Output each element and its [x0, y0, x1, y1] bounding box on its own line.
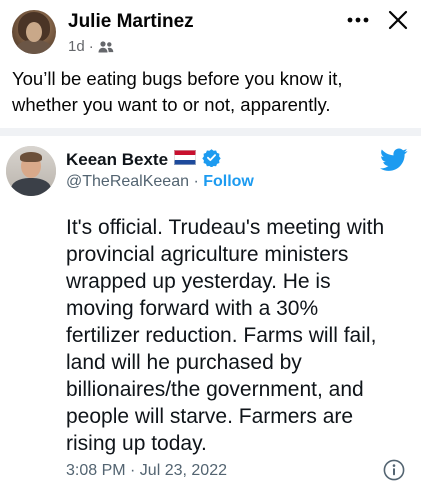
verified-badge-icon [202, 148, 221, 172]
author-name[interactable]: Julie Martinez [68, 11, 194, 33]
netherlands-flag-icon [174, 150, 197, 170]
tweet-handle[interactable]: @TheRealKeean [66, 173, 189, 190]
embedded-tweet[interactable]: Keean Bexte @TheRealKeean · Follow It's … [0, 136, 421, 500]
tweet-handle-row: @TheRealKeean · Follow [66, 173, 254, 191]
handle-separator: · [193, 173, 199, 190]
tweet-name-row: Keean Bexte [66, 148, 221, 172]
author-avatar[interactable] [12, 10, 56, 54]
twitter-bird-icon[interactable] [380, 148, 408, 177]
tweet-author-name[interactable]: Keean Bexte [66, 150, 168, 170]
more-dots-icon [347, 17, 369, 23]
post-time[interactable]: 1d [68, 38, 85, 55]
post-header: Julie Martinez 1d · [0, 0, 421, 64]
tweet-text: It's official. Trudeau's meeting with pr… [66, 216, 385, 455]
meta-separator: · [88, 38, 94, 55]
more-options-button[interactable] [343, 8, 373, 32]
tweet-timestamp[interactable]: 3:08 PM · Jul 23, 2022 [66, 462, 227, 480]
tweet-author-avatar[interactable] [6, 146, 56, 196]
info-icon[interactable] [383, 459, 405, 486]
post-divider [0, 128, 421, 136]
close-icon [388, 10, 408, 30]
close-button[interactable] [384, 6, 412, 34]
post-meta: 1d · [68, 38, 114, 55]
post-text: You’ll be eating bugs before you know it… [12, 68, 343, 115]
friends-icon [98, 40, 114, 54]
follow-button[interactable]: Follow [203, 173, 254, 190]
